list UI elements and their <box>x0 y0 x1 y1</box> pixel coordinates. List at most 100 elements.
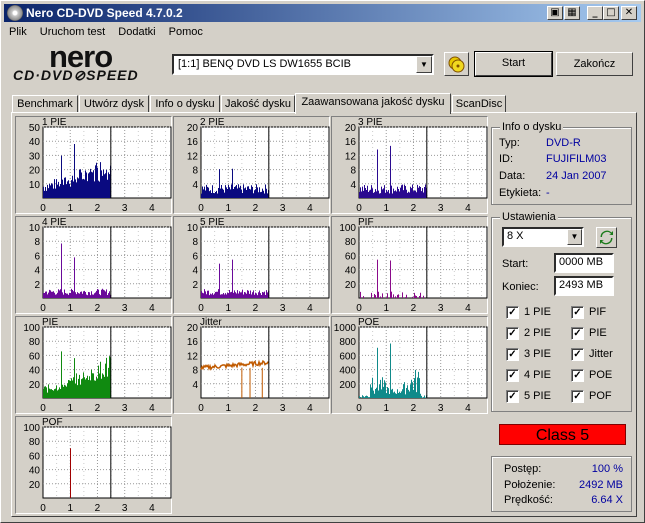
checkbox-3-pie[interactable]: ✓ <box>506 348 519 361</box>
logo-cd-dvd-speed: CD·DVD⊘SPEED <box>13 67 139 83</box>
x-tick-label: 2 <box>95 403 101 414</box>
tab-benchmark[interactable]: Benchmark <box>12 95 78 113</box>
x-tick-label: 0 <box>356 203 362 214</box>
x-tick-label: 1 <box>67 503 73 514</box>
checkbox-label-2-pie: 2 PIE <box>524 327 551 339</box>
chart-title: 1 PIE <box>42 117 67 128</box>
start-field[interactable]: 0000 MB <box>554 253 614 273</box>
y-tick-label: 100 <box>23 423 40 434</box>
eject-button[interactable] <box>444 52 469 76</box>
window-title: Nero CD-DVD Speed 4.7.0.2 <box>26 6 183 20</box>
y-tick-label: 60 <box>29 451 41 462</box>
speed-select[interactable]: 8 X ▼ <box>502 227 584 247</box>
chart-plot: 200 400 600 800 1000 0 1 2 3 4 <box>334 323 488 414</box>
y-tick-label: 16 <box>345 137 357 148</box>
x-tick-label: 1 <box>383 303 389 314</box>
menu-dodatki[interactable]: Dodatki <box>113 23 160 41</box>
y-tick-label: 16 <box>187 337 199 348</box>
x-tick-label: 4 <box>465 403 471 414</box>
y-tick-label: 8 <box>192 366 198 377</box>
x-tick-label: 3 <box>122 203 128 214</box>
tab-create-disc[interactable]: Utwórz dysk <box>79 95 149 113</box>
y-tick-label: 8 <box>350 166 356 177</box>
x-tick-label: 2 <box>95 203 101 214</box>
x-tick-label: 4 <box>149 303 155 314</box>
x-tick-label: 2 <box>411 203 417 214</box>
y-tick-label: 20 <box>345 123 357 134</box>
tab-disc-quality[interactable]: Jakość dysku <box>221 95 295 113</box>
start-button[interactable]: Start <box>474 51 553 77</box>
checkbox-label-5-pie: 5 PIE <box>524 390 551 402</box>
y-tick-label: 10 <box>187 223 199 234</box>
y-tick-label: 10 <box>29 180 41 191</box>
y-tick-label: 8 <box>34 237 40 248</box>
app-disc-icon <box>7 5 23 21</box>
tab-advanced-disc-quality[interactable]: Zaawansowana jakość dysku <box>295 93 451 114</box>
refresh-button[interactable] <box>596 227 617 248</box>
maximize-button[interactable]: □ <box>603 6 619 20</box>
checkbox-jitter[interactable]: ✓ <box>571 348 584 361</box>
y-tick-label: 800 <box>339 337 356 348</box>
type-label: Typ: <box>499 137 520 149</box>
x-tick-label: 0 <box>40 503 46 514</box>
tag-label: Etykieta: <box>499 187 542 199</box>
chart-plot: 481216200 1 2 3 4 <box>187 323 330 414</box>
menu-pomoc[interactable]: Pomoc <box>164 23 208 41</box>
title-bar: Nero CD-DVD Speed 4.7.0.2 ▣ ▦ _ □ ✕ <box>4 4 641 22</box>
x-tick-label: 4 <box>465 203 471 214</box>
checkbox-pof[interactable]: ✓ <box>571 390 584 403</box>
x-tick-label: 0 <box>356 303 362 314</box>
tab-disc-info[interactable]: Info o dysku <box>150 95 220 113</box>
start-label: Start: <box>502 258 529 270</box>
settings-title: Ustawienia <box>500 211 558 223</box>
checkbox-poe[interactable]: ✓ <box>571 369 584 382</box>
x-tick-label: 1 <box>383 203 389 214</box>
extra2-button[interactable]: ▦ <box>564 6 580 20</box>
checkbox-5-pie[interactable]: ✓ <box>506 390 519 403</box>
x-tick-label: 0 <box>198 203 204 214</box>
chart-title: 2 PIE <box>200 117 225 128</box>
end-button[interactable]: Zakończ <box>556 52 633 76</box>
drive-select[interactable]: [1:1] BENQ DVD LS DW1655 BCIB ▼ <box>172 54 434 75</box>
checkbox-pie[interactable]: ✓ <box>571 327 584 340</box>
chart-plot: 481216200 1 2 3 4 <box>345 123 488 214</box>
close-button[interactable]: ✕ <box>621 6 637 20</box>
id-value: FUJIFILM03 <box>546 153 607 165</box>
checkbox-pif[interactable]: ✓ <box>571 306 584 319</box>
speed-label: Prędkość: <box>504 494 553 506</box>
y-tick-label: 30 <box>29 151 41 162</box>
x-tick-label: 3 <box>438 203 444 214</box>
y-tick-label: 1000 <box>334 323 357 334</box>
tab-scandisc[interactable]: ScanDisc <box>452 95 506 113</box>
chevron-down-icon[interactable]: ▼ <box>416 56 432 73</box>
x-tick-label: 1 <box>67 403 73 414</box>
checkbox-4-pie[interactable]: ✓ <box>506 369 519 382</box>
x-tick-label: 3 <box>122 403 128 414</box>
chevron-down-icon[interactable]: ▼ <box>567 229 582 245</box>
y-tick-label: 12 <box>187 351 199 362</box>
y-tick-label: 8 <box>192 237 198 248</box>
y-tick-label: 4 <box>192 180 198 191</box>
extra1-button[interactable]: ▣ <box>547 6 563 20</box>
chart-title: 4 PIE <box>42 217 67 228</box>
end-field[interactable]: 2493 MB <box>554 276 614 296</box>
disc-info-title: Info o dysku <box>500 121 564 133</box>
x-tick-label: 3 <box>438 403 444 414</box>
checkbox-1-pie[interactable]: ✓ <box>506 306 519 319</box>
y-tick-label: 80 <box>29 437 41 448</box>
x-tick-label: 1 <box>225 303 231 314</box>
y-tick-label: 2 <box>192 280 198 291</box>
y-tick-label: 60 <box>29 351 41 362</box>
chart-title: PIE <box>42 317 59 328</box>
checkbox-label-pif: PIF <box>589 306 607 318</box>
x-tick-label: 4 <box>307 403 313 414</box>
x-tick-label: 2 <box>411 403 417 414</box>
chart-title: 3 PIE <box>358 117 383 128</box>
x-tick-label: 2 <box>95 503 101 514</box>
chart-4-pie: 2 4 6 8 10 0 1 2 3 4 4 PIE <box>15 216 172 314</box>
checkbox-2-pie[interactable]: ✓ <box>506 327 519 340</box>
minimize-button[interactable]: _ <box>587 6 603 20</box>
chart-2-pie: 4 8 12 16 20 0 1 2 3 4 2 PIE <box>173 116 330 214</box>
menu-plik[interactable]: Plik <box>4 23 32 41</box>
y-tick-label: 20 <box>187 123 199 134</box>
